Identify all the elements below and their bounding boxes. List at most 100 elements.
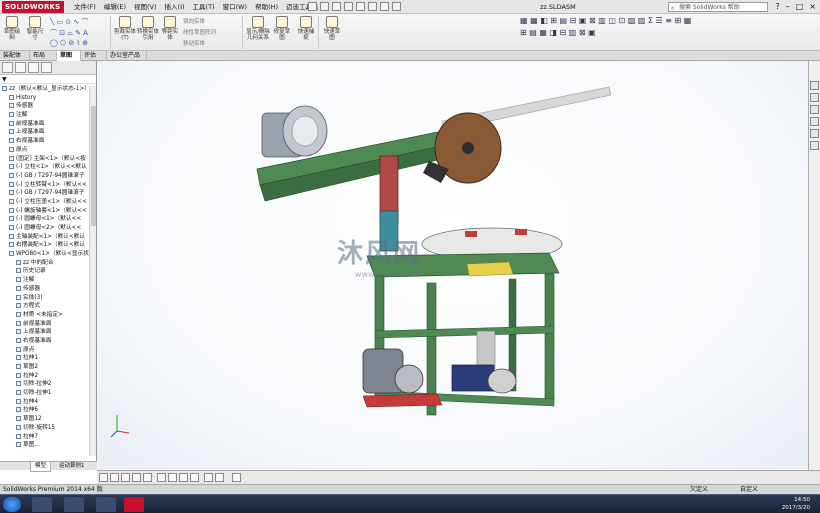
save-icon[interactable] <box>332 2 341 11</box>
tree-filter[interactable]: ▼ <box>0 75 96 84</box>
quick-snaps-button[interactable]: 快速捕捉 <box>296 16 316 41</box>
tree-item[interactable]: 原点 <box>0 146 96 155</box>
tab-motion-study[interactable]: 运动算例1 <box>55 462 89 471</box>
tree-item[interactable]: 前视基准面 <box>0 320 96 329</box>
maidi-toolbar-row2-icon[interactable]: ⊞ ▤ ▦ ◨ ⊟ ▥ ⊠ ▣ <box>520 28 596 37</box>
tree-item[interactable]: zz（默认<默认_显示状态-1>） <box>0 85 96 94</box>
view-tool-11-icon[interactable] <box>215 473 224 482</box>
tree-item[interactable]: 草图2 <box>0 363 96 372</box>
tree-item[interactable]: (-) 圆螺母<2>（默认<< <box>0 224 96 233</box>
tree-item[interactable]: 上视基准面 <box>0 328 96 337</box>
folder-icon[interactable] <box>96 497 116 512</box>
tree-item[interactable]: 草图... <box>0 441 96 450</box>
tree-item[interactable]: WPO80<1>（默认<显示状 <box>0 250 96 259</box>
tree-item[interactable]: 主轴装配<1>（默认<默认 <box>0 233 96 242</box>
design-library-icon[interactable] <box>810 93 819 102</box>
view-tool-2-icon[interactable] <box>110 473 119 482</box>
smart-dimension-button[interactable]: 智能尺寸 <box>25 16 45 41</box>
new-icon[interactable] <box>308 2 317 11</box>
scroll-thumb[interactable] <box>91 106 96 226</box>
view-tool-4-icon[interactable] <box>132 473 141 482</box>
explorer-icon[interactable] <box>32 497 52 512</box>
tree-item[interactable]: 切除-拉伸2 <box>0 380 96 389</box>
maidi-toolbar-icon[interactable]: ▦ ▦ ◧ ⊞ ▤ ⊟ ▣ ⊠ ▥ ◫ ⊡ ▧ ▨ Σ ☰ ≡ ⊞ ▦ <box>520 16 691 25</box>
close-button[interactable]: × <box>809 1 816 13</box>
help-search-input[interactable]: ⌕ 搜索 SolidWorks 帮助 <box>668 2 768 12</box>
start-button[interactable] <box>3 497 21 512</box>
tab-evaluate[interactable]: 评估 <box>81 51 107 61</box>
tree-item[interactable]: 右视基准面 <box>0 137 96 146</box>
tree-item[interactable]: 右摆装配<1>（默认<默认 <box>0 241 96 250</box>
tree-item[interactable]: 拉伸4 <box>0 398 96 407</box>
print-icon[interactable] <box>344 2 353 11</box>
tree-item[interactable]: 材质 <未指定> <box>0 311 96 320</box>
help-button[interactable]: ? <box>775 1 779 13</box>
linear-pattern-item[interactable]: 线性草图阵列 <box>183 28 216 36</box>
tree-item[interactable]: (固定) 主架<1>（默认<按 <box>0 155 96 164</box>
line-tool-icon[interactable]: ╲ ▭ ⊙ ∿ ⌒ <box>50 17 88 27</box>
tree-item[interactable]: 草图12 <box>0 415 96 424</box>
tree-item[interactable]: zz 中的配合 <box>0 259 96 268</box>
view-tool-5-icon[interactable] <box>143 473 152 482</box>
tree-item[interactable]: 上视基准面 <box>0 128 96 137</box>
open-icon[interactable] <box>320 2 329 11</box>
view-tool-6-icon[interactable] <box>157 473 166 482</box>
minimize-button[interactable]: – <box>786 1 790 13</box>
tree-item[interactable]: 拉伸2 <box>0 372 96 381</box>
tree-item[interactable]: (-) GB / T297-94圆锥滚子 <box>0 172 96 181</box>
tree-item[interactable]: 传感器 <box>0 102 96 111</box>
view-palette-icon[interactable] <box>810 117 819 126</box>
view-tool-3-icon[interactable] <box>121 473 130 482</box>
tree-item[interactable]: 切除-旋转15 <box>0 424 96 433</box>
convert-entities-button[interactable]: 转换实体引用 <box>137 16 159 41</box>
tree-item[interactable]: 切除-拉伸1 <box>0 389 96 398</box>
tree-item[interactable]: (-) 螺旋轴套<1>（默认<< <box>0 207 96 216</box>
tree-item[interactable]: 原点 <box>0 346 96 355</box>
view-tool-1-icon[interactable] <box>99 473 108 482</box>
view-tool-8-icon[interactable] <box>179 473 188 482</box>
view-tool-7-icon[interactable] <box>168 473 177 482</box>
sketch-button[interactable]: 草图绘制 <box>3 16 21 41</box>
menu-edit[interactable]: 编辑(E) <box>100 0 130 14</box>
tree-item[interactable]: 实体(3) <box>0 294 96 303</box>
menu-tools[interactable]: 工具(T) <box>189 0 219 14</box>
tree-item[interactable]: 传感器 <box>0 285 96 294</box>
solidworks-taskbar-icon[interactable] <box>124 497 144 512</box>
menu-view[interactable]: 视图(V) <box>130 0 161 14</box>
move-entities-item[interactable]: 移动实体 <box>183 39 205 47</box>
mirror-entities-item[interactable]: 镜向实体 <box>183 17 205 25</box>
tree-item[interactable]: 右视基准面 <box>0 337 96 346</box>
options-icon[interactable] <box>392 2 401 11</box>
tree-item[interactable]: (-) 立柱<1>（默认<<默认 <box>0 163 96 172</box>
tree-item[interactable]: (-) 立柱转臂<1>（默认<< <box>0 181 96 190</box>
rapid-sketch-button[interactable]: 快速草图 <box>322 16 342 41</box>
display-manager-icon[interactable] <box>41 62 52 73</box>
tree-item[interactable]: 拉伸1 <box>0 354 96 363</box>
tab-office-products[interactable]: 办公室产品 <box>107 51 147 61</box>
media-player-icon[interactable] <box>64 497 84 512</box>
graphics-area[interactable]: ⌕ ⌕ ↶ ◫ ▣ ◧ ◐ ● ◒ ▦ <box>97 61 808 470</box>
tree-item[interactable]: 前视基准面 <box>0 120 96 129</box>
menu-window[interactable]: 窗口(W) <box>219 0 252 14</box>
tree-item[interactable]: (-) 立柱压盖<1>（默认<< <box>0 198 96 207</box>
feature-tree-icon[interactable] <box>2 62 13 73</box>
menu-help[interactable]: 帮助(H) <box>251 0 282 14</box>
tab-sketch[interactable]: 草图 <box>57 51 81 61</box>
view-tool-10-icon[interactable] <box>204 473 213 482</box>
tree-item[interactable]: History <box>0 94 96 103</box>
property-manager-icon[interactable] <box>15 62 26 73</box>
repair-sketch-button[interactable]: 修复草图 <box>272 16 292 41</box>
tree-item[interactable]: (-) GB / T297-94圆锥滚子 <box>0 189 96 198</box>
tree-item[interactable]: 拉伸7 <box>0 433 96 442</box>
tab-layout[interactable]: 布局 <box>30 51 57 61</box>
view-tool-12-icon[interactable] <box>232 473 241 482</box>
tree-item[interactable]: 方程式 <box>0 302 96 311</box>
trim-entities-button[interactable]: 剪裁实体(T) <box>114 16 136 41</box>
config-manager-icon[interactable] <box>28 62 39 73</box>
display-relations-button[interactable]: 显示/删除几何关系 <box>246 16 270 41</box>
view-tool-9-icon[interactable] <box>190 473 199 482</box>
offset-entities-button[interactable]: 等距实体 <box>160 16 180 41</box>
tree-item[interactable]: 注解 <box>0 111 96 120</box>
tab-assembly[interactable]: 装配体 <box>0 51 30 61</box>
tree-item[interactable]: 历史记录 <box>0 267 96 276</box>
